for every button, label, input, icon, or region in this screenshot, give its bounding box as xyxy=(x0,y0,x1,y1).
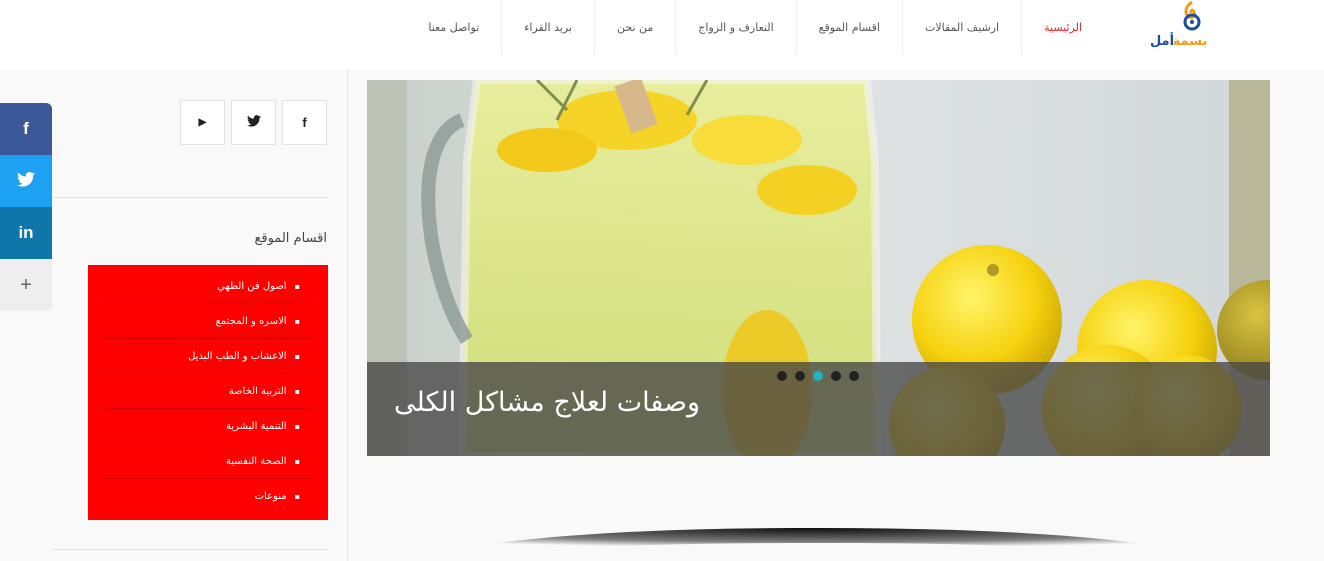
twitter-link[interactable] xyxy=(231,100,276,145)
slider-dot[interactable] xyxy=(849,371,859,381)
share-facebook-button[interactable]: f xyxy=(0,103,52,155)
category-link[interactable]: الصحة النفسية xyxy=(102,444,314,479)
sidebar-bottom-divider xyxy=(52,549,328,550)
top-navbar: بسمة أمل الرئيسية ارشيف المقالات اقسام ا… xyxy=(0,0,1324,70)
nav-item-about-us[interactable]: من نحن xyxy=(593,0,675,55)
category-link[interactable]: الاعشاب و الطب البديل xyxy=(102,339,314,374)
sidebar-divider xyxy=(52,197,328,198)
twitter-icon xyxy=(246,115,261,130)
site-logo[interactable]: بسمة أمل xyxy=(1148,0,1232,50)
category-link[interactable]: منوعات xyxy=(102,479,314,514)
main-nav: الرئيسية ارشيف المقالات اقسام الموقع الت… xyxy=(406,0,1104,55)
nav-item-site-sections[interactable]: اقسام الموقع xyxy=(795,0,902,55)
facebook-icon: f xyxy=(302,115,307,130)
slide-caption[interactable]: وصفات لعلاج مشاكل الكلى xyxy=(394,387,700,418)
svg-text:أمل: أمل xyxy=(1150,32,1174,49)
slider-pagination xyxy=(777,371,859,381)
youtube-link[interactable]: ▶ xyxy=(180,100,225,145)
featured-slider[interactable]: وصفات لعلاج مشاكل الكلى xyxy=(367,80,1270,456)
share-twitter-button[interactable] xyxy=(0,155,52,207)
nav-item-contact-us[interactable]: تواصل معنا xyxy=(406,0,501,55)
facebook-link[interactable]: f xyxy=(282,100,327,145)
facebook-icon: f xyxy=(23,119,29,138)
floating-share-bar: f in + xyxy=(0,103,52,311)
sidebar: ▶ f اقسام الموقع اصول فن الطهي الاسره و … xyxy=(52,70,348,561)
nav-item-articles-archive[interactable]: ارشيف المقالات xyxy=(902,0,1021,55)
plus-icon: + xyxy=(20,273,32,296)
nav-item-readers-mail[interactable]: بريد القراء xyxy=(501,0,594,55)
categories-list: اصول فن الطهي الاسره و المجتمع الاعشاب و… xyxy=(88,265,328,520)
share-linkedin-button[interactable]: in xyxy=(0,207,52,259)
category-link[interactable]: التنمية البشرية xyxy=(102,409,314,444)
decorative-shadow xyxy=(367,528,1270,561)
nav-item-dating-marriage[interactable]: التعارف و الزواج xyxy=(675,0,795,55)
category-link[interactable]: الاسره و المجتمع xyxy=(102,304,314,339)
slider-dot[interactable] xyxy=(831,371,841,381)
linkedin-icon: in xyxy=(18,223,34,242)
twitter-icon xyxy=(17,171,35,191)
slider-dot[interactable] xyxy=(777,371,787,381)
sidebar-social-icons: ▶ f xyxy=(180,100,327,145)
category-link[interactable]: التربية الخاصة xyxy=(102,374,314,409)
widget-title: اقسام الموقع xyxy=(254,231,327,246)
svg-text:بسمة: بسمة xyxy=(1173,34,1208,49)
share-more-button[interactable]: + xyxy=(0,259,52,311)
slider-dot[interactable] xyxy=(795,371,805,381)
play-icon: ▶ xyxy=(198,117,207,128)
nav-item-home[interactable]: الرئيسية xyxy=(1021,0,1104,55)
category-link[interactable]: اصول فن الطهي xyxy=(102,269,314,304)
slider-dot-active[interactable] xyxy=(813,371,823,381)
